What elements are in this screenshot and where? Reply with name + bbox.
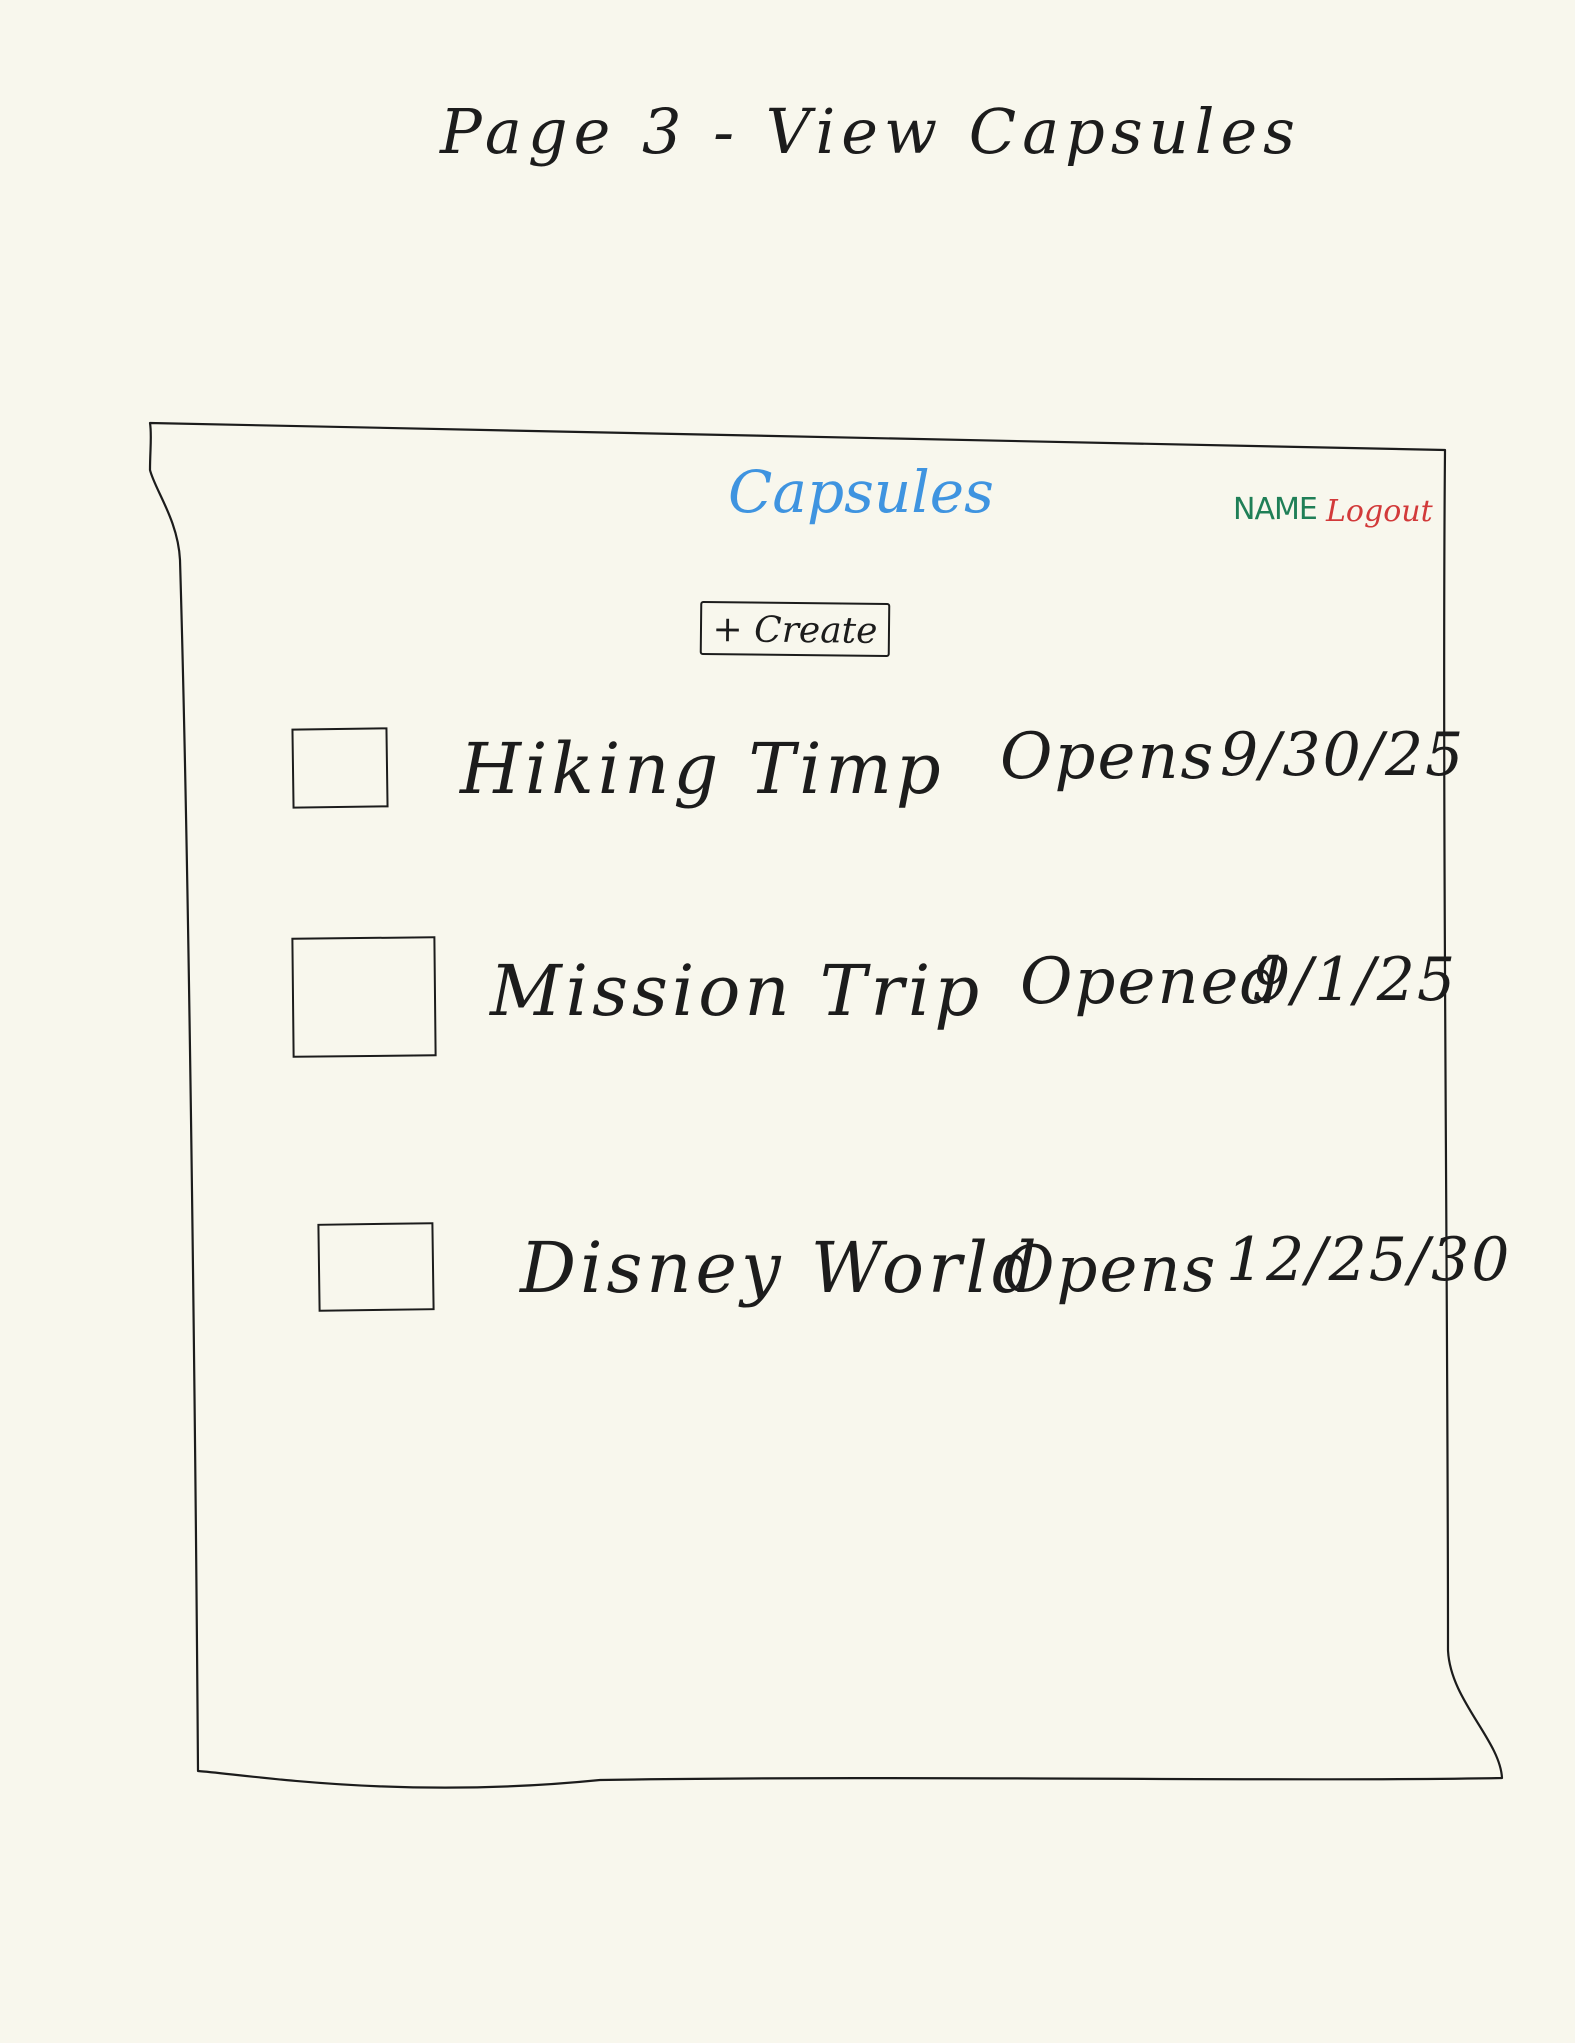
capsule-date: 9/30/25 bbox=[1220, 720, 1466, 790]
capsule-name: Disney World bbox=[520, 1227, 1041, 1309]
capsule-row-hiking-timp[interactable]: Hiking Timp Opens 9/30/25 bbox=[280, 700, 1463, 830]
create-button[interactable]: + Create bbox=[699, 601, 891, 657]
capsule-checkbox[interactable] bbox=[317, 1222, 435, 1312]
capsule-status: Opened bbox=[1020, 945, 1284, 1019]
capsule-checkbox[interactable] bbox=[291, 727, 389, 809]
capsule-name: Hiking Timp bbox=[460, 728, 945, 810]
capsule-date: 9/1/25 bbox=[1252, 945, 1458, 1015]
page-title: Page 3 - View Capsules bbox=[440, 95, 1301, 168]
capsule-checkbox[interactable] bbox=[291, 936, 437, 1058]
capsule-row-mission-trip[interactable]: Mission Trip Opened 9/1/25 bbox=[280, 925, 1455, 1058]
capsule-name: Mission Trip bbox=[490, 950, 984, 1032]
capsule-status: Opens bbox=[1000, 720, 1216, 794]
capsule-date: 12/25/30 bbox=[1226, 1225, 1512, 1295]
user-name: NAME bbox=[1233, 492, 1318, 527]
app-title: Capsules bbox=[728, 458, 994, 526]
capsule-row-disney-world[interactable]: Disney World Opens 12/25/30 bbox=[280, 1205, 1509, 1335]
capsule-status: Opens bbox=[1002, 1233, 1218, 1307]
logout-link[interactable]: Logout bbox=[1326, 494, 1433, 529]
